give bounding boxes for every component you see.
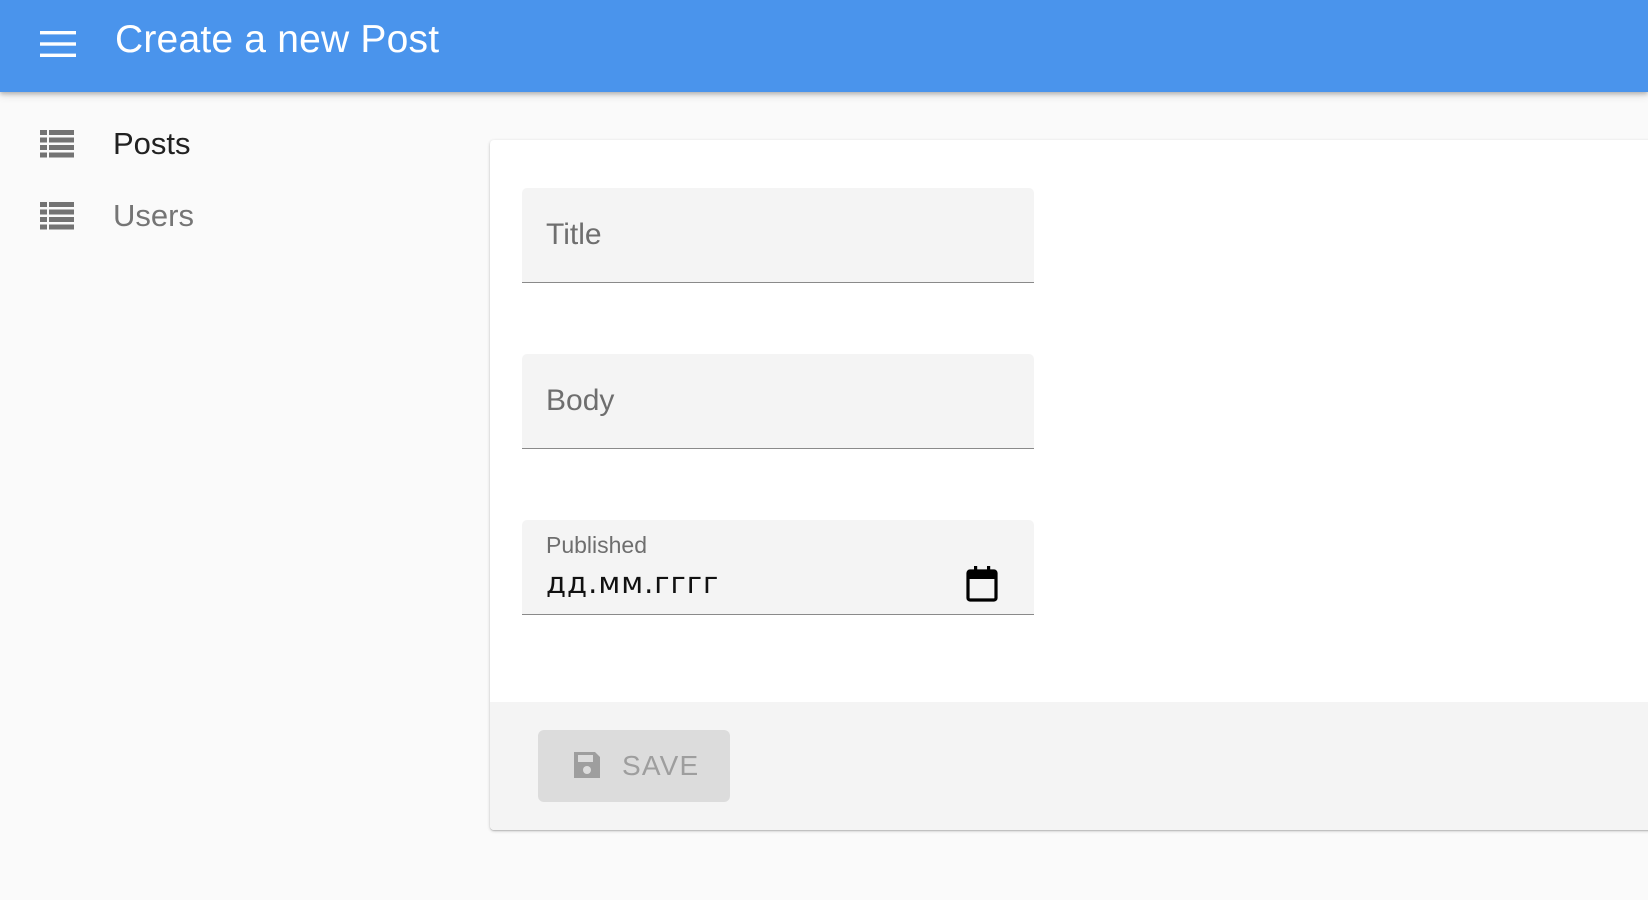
published-date-value[interactable]: дд.мм.гггг <box>546 566 719 600</box>
form-toolbar: SAVE <box>490 702 1648 830</box>
calendar-icon[interactable] <box>966 566 998 602</box>
sidebar: Posts Users <box>0 108 470 252</box>
title-field-label: Title <box>546 218 602 251</box>
body-field[interactable]: Body <box>522 354 1034 449</box>
app-bar: Create a new Post <box>0 0 1648 92</box>
title-field[interactable]: Title <box>522 188 1034 283</box>
sidebar-item-label: Users <box>113 198 194 233</box>
published-field-label: Published <box>546 532 648 558</box>
floppy-disk-icon <box>574 752 600 778</box>
list-icon <box>40 130 74 158</box>
create-form-card: Title Body Published дд.мм.гггг SAVE <box>490 140 1648 830</box>
sidebar-item-label: Posts <box>113 126 191 161</box>
save-button[interactable]: SAVE <box>538 730 730 802</box>
sidebar-item-users[interactable]: Users <box>0 180 470 252</box>
list-icon <box>40 202 74 230</box>
save-button-label: SAVE <box>622 750 700 781</box>
sidebar-item-posts[interactable]: Posts <box>0 108 470 180</box>
body-field-label: Body <box>546 384 615 417</box>
menu-button[interactable] <box>28 22 88 66</box>
page-title: Create a new Post <box>115 18 440 61</box>
hamburger-menu-icon <box>40 31 76 57</box>
published-date-field[interactable]: Published дд.мм.гггг <box>522 520 1034 615</box>
